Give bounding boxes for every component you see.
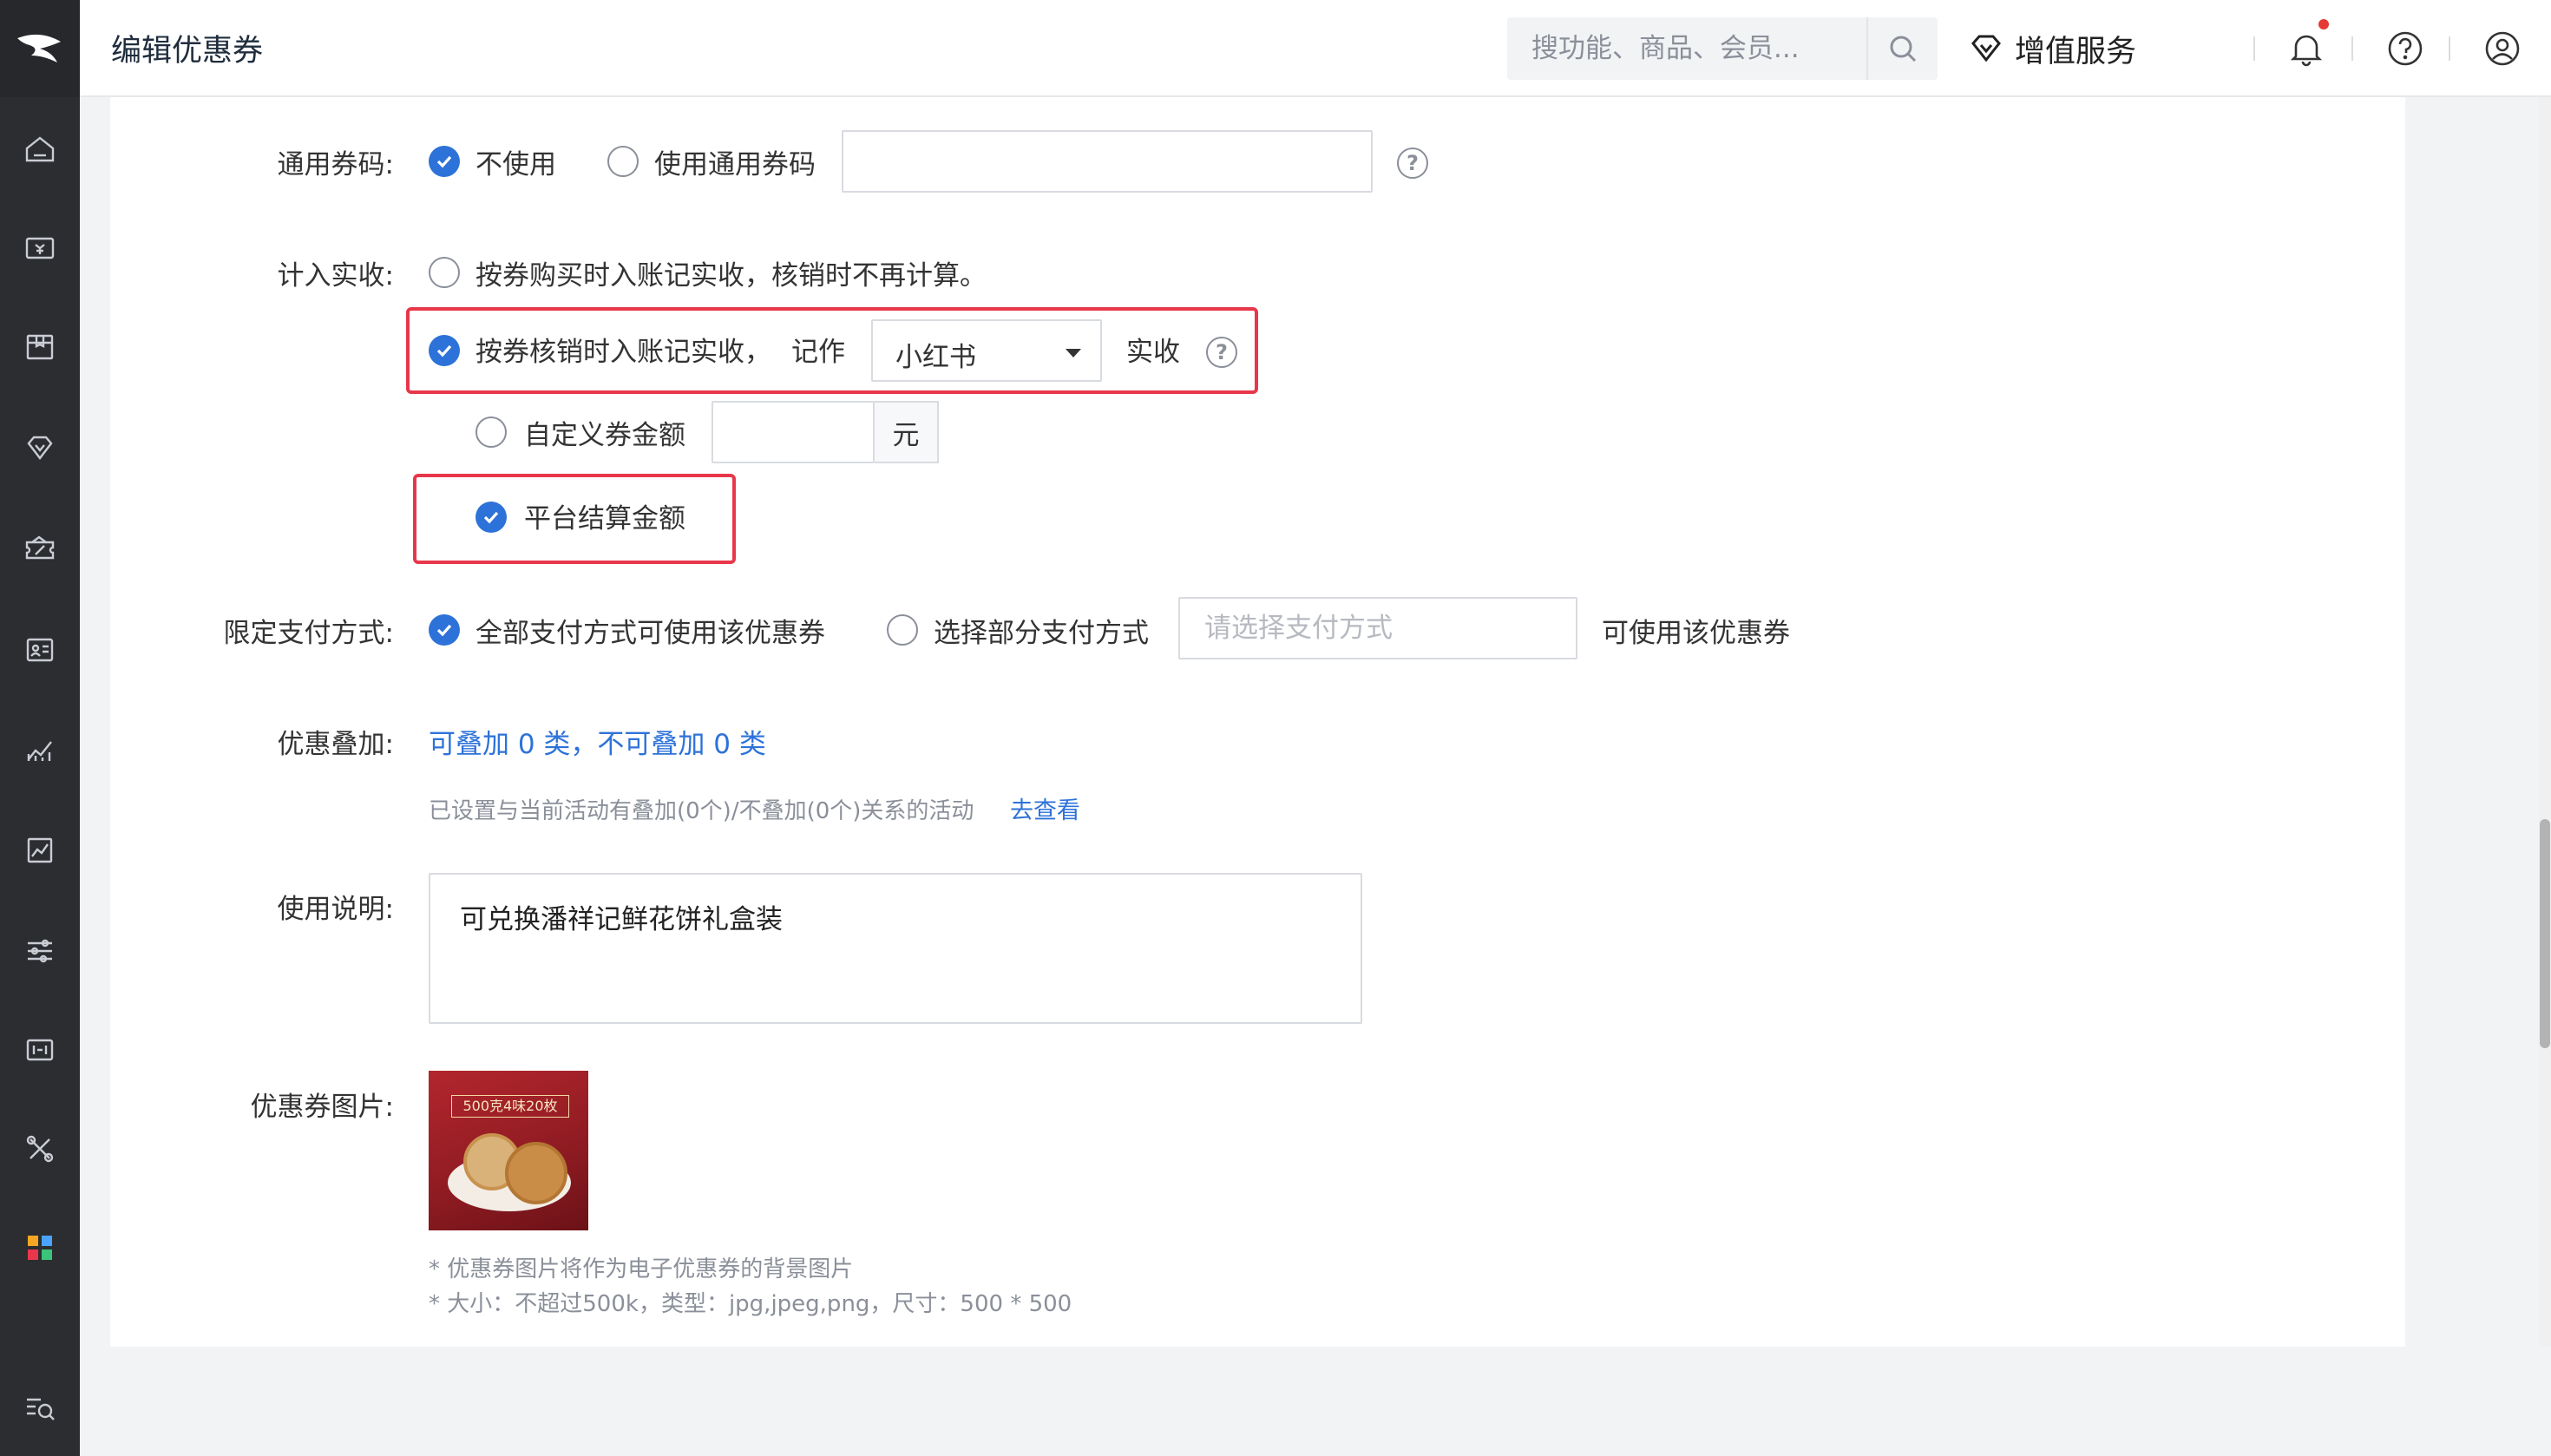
payment-method-input[interactable] [1178,597,1577,659]
user-icon [2485,31,2520,66]
payment-all-radio[interactable] [429,614,460,646]
diamond-icon [1971,35,2001,62]
bell-icon [2290,35,2323,67]
home-icon[interactable] [19,128,61,170]
payment-partial-radio[interactable] [887,614,918,646]
coupon-image-caption: 500克4味20枚 [451,1095,569,1118]
revenue-verify-radio[interactable] [429,335,460,366]
report-icon[interactable] [19,830,61,871]
cashier-icon[interactable] [19,227,61,269]
general-code-help-icon[interactable]: ? [1397,148,1428,179]
stacking-summary-link[interactable]: 可叠加 0 类，不可叠加 0 类 [429,722,766,761]
value-added-service-label: 增值服务 [2015,34,2137,69]
general-code-none-label: 不使用 [475,149,556,180]
check-icon [436,155,452,168]
coupon-icon[interactable] [19,528,61,569]
top-header: 编辑优惠券 [80,0,2551,97]
general-code-label: 通用券码: [277,149,394,180]
revenue-channel-value: 小红书 [895,342,976,373]
chevron-down-icon [1066,349,1081,357]
general-code-use-label: 使用通用券码 [654,149,816,180]
custom-amount-radio[interactable] [475,416,507,448]
revenue-purchase-label: 按券购买时入账记实收，核销时不再计算。 [475,260,987,292]
record-as-label: 记作 [791,337,845,368]
check-icon [436,624,452,637]
platform-amount-radio[interactable] [475,502,507,533]
search-button[interactable] [1866,17,1938,80]
notification-button[interactable] [2284,26,2329,71]
revenue-purchase-radio[interactable] [429,257,460,288]
general-code-use-radio[interactable] [607,146,639,177]
payment-all-label: 全部支付方式可使用该优惠券 [475,618,825,649]
coupon-image[interactable]: 500克4味20枚 [429,1071,588,1230]
member-card-icon[interactable] [19,628,61,670]
revenue-channel-select[interactable]: 小红书 [871,319,1102,382]
image-note-1: * 优惠券图片将作为电子优惠券的背景图片 [429,1256,854,1282]
revenue-label: 计入实收: [277,260,394,292]
custom-amount-label: 自定义券金额 [524,420,685,451]
payment-partial-label: 选择部分支付方式 [934,618,1149,649]
notification-dot [2318,19,2329,30]
value-added-service-button[interactable]: 增值服务 [1966,21,2136,76]
platform-amount-label: 平台结算金额 [524,503,685,535]
settings-sliders-icon[interactable] [19,930,61,972]
goods-icon[interactable] [19,326,61,368]
logo-icon [17,34,61,62]
image-label: 优惠券图片: [250,1092,394,1123]
global-search[interactable] [1507,17,1938,80]
custom-amount-unit: 元 [875,401,939,463]
check-icon [483,511,499,524]
device-icon[interactable] [19,1029,61,1071]
help-button[interactable] [2383,26,2428,71]
scrollbar-track[interactable] [2539,97,2551,1347]
payment-label: 限定支付方式: [223,618,394,649]
search-menu-icon[interactable] [19,1387,61,1428]
description-label: 使用说明: [277,894,394,925]
header-divider [2449,36,2450,61]
search-input[interactable] [1507,17,1872,80]
analytics-icon[interactable] [19,729,61,771]
search-icon [1890,36,1917,62]
header-divider [2351,36,2353,61]
image-note-2: * 大小：不超过500k，类型：jpg,jpeg,png，尺寸：500 * 50… [429,1291,1072,1317]
custom-amount-input[interactable] [712,401,875,463]
general-code-none-radio[interactable] [429,146,460,177]
user-account-button[interactable] [2480,26,2525,71]
description-textarea[interactable] [429,873,1362,1024]
revenue-help-icon[interactable]: ? [1206,337,1237,368]
app-logo[interactable] [0,0,80,97]
general-code-input[interactable] [842,130,1373,193]
scrollbar-thumb[interactable] [2540,819,2550,1048]
stacking-view-link[interactable]: 去查看 [1010,791,1080,825]
stacking-label: 优惠叠加: [277,729,394,760]
payment-suffix-label: 可使用该优惠券 [1602,618,1790,649]
check-icon [436,344,452,357]
cake-right [505,1142,567,1204]
diamond-icon[interactable] [19,427,61,469]
left-sidebar [0,0,80,1456]
revenue-suffix-label: 实收 [1126,337,1180,368]
revenue-verify-label: 按券核销时入账记实收， [475,337,771,368]
apps-grid-icon[interactable] [19,1227,61,1269]
page-title: 编辑优惠券 [111,34,264,69]
tools-icon[interactable] [19,1128,61,1170]
help-icon [2388,31,2423,66]
header-divider [2253,36,2255,61]
stacking-hint: 已设置与当前活动有叠加(0个)/不叠加(0个)关系的活动 [429,798,974,824]
